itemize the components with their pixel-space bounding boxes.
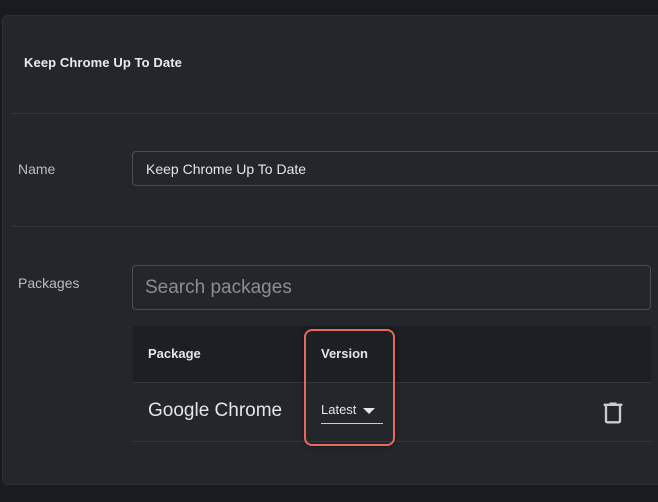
trash-icon xyxy=(603,402,623,424)
name-label: Name xyxy=(18,161,56,177)
divider xyxy=(12,113,658,114)
page-title: Keep Chrome Up To Date xyxy=(24,55,182,70)
column-header-package: Package xyxy=(148,346,201,361)
packages-label: Packages xyxy=(18,275,80,291)
delete-package-button[interactable] xyxy=(599,399,627,427)
name-input[interactable] xyxy=(132,151,658,186)
version-column-highlight xyxy=(304,329,395,446)
divider xyxy=(12,226,658,227)
package-name: Google Chrome xyxy=(148,400,283,421)
search-packages-input[interactable] xyxy=(132,265,651,310)
